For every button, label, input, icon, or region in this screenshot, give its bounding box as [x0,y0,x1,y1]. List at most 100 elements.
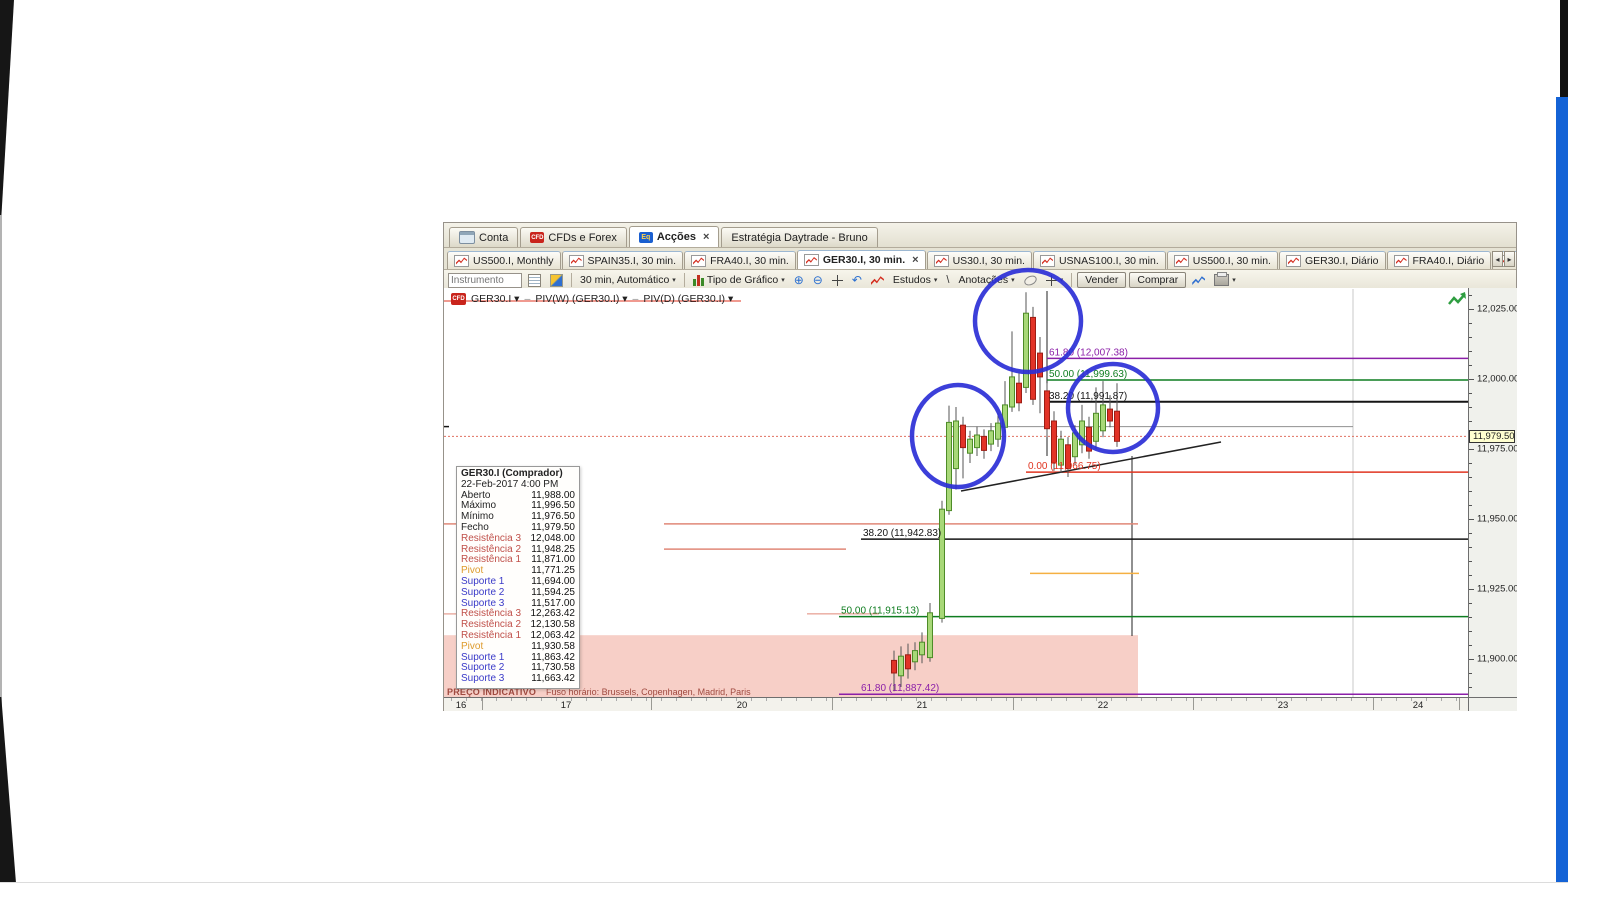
candle [899,656,904,676]
zoom-in-button[interactable]: ⊕ [791,272,807,288]
print-button[interactable]: ▾ [1211,272,1239,288]
crosshair-dropdown[interactable]: ▾ [1043,272,1067,288]
chart-icon [1394,255,1409,267]
candle [1094,413,1099,441]
eraser-icon [1022,273,1038,287]
tab-scroll-left-button[interactable]: ◂ [1492,251,1503,267]
x-axis-minor-tick [706,698,707,701]
eraser-button[interactable] [1021,272,1040,288]
zoom-out-button[interactable]: ⊖ [810,272,826,288]
studies-dropdown[interactable]: Estudos▾ [890,272,940,288]
instrument-list-button[interactable] [525,272,544,288]
module-tab-conta[interactable]: Conta [449,227,518,247]
pan-button[interactable] [829,272,846,288]
chart-type-dropdown[interactable]: Tipo de Gráfico▾ [690,272,788,288]
x-axis-minor-tick [886,698,887,701]
close-icon[interactable]: × [703,233,709,242]
chart-plot-area[interactable]: 61.80 (12,007.38)50.00 (11,999.63)38.20 … [444,288,1468,697]
x-axis-minor-tick [1261,698,1262,701]
cfd-icon: CFD [530,232,544,243]
tab-scroll-right-button[interactable]: ▸ [1504,251,1515,267]
candle [1080,421,1085,445]
x-axis-minor-tick [556,698,557,701]
studies-icon-button[interactable] [868,272,887,288]
chart-tab-us500-i-30-min-[interactable]: US500.I, 30 min. [1167,251,1278,269]
module-tab-estrat-gia-daytrade-bruno[interactable]: Estratégia Daytrade - Bruno [721,227,877,247]
y-axis-tick [1469,379,1474,380]
draw-line-button[interactable]: \ [943,272,952,288]
candle [1108,409,1113,421]
chart-tab-fra40-i-30-min-[interactable]: FRA40.I, 30 min. [684,251,796,269]
x-axis-label: 20 [737,700,748,711]
x-axis-minor-tick [511,698,512,701]
y-axis-tick [1469,337,1472,338]
y-axis-tick [1469,505,1472,506]
y-axis-tick [1469,687,1472,688]
tab-label: Acções [657,231,696,243]
candle [982,436,987,450]
y-axis-label: 11,900.00 [1477,654,1517,665]
x-axis-minor-tick [451,698,452,701]
chart-tab-us30-i-30-min-[interactable]: US30.I, 30 min. [927,251,1032,269]
x-axis-minor-tick [1396,698,1397,701]
price-axis[interactable]: 11,979.50 12,025.0012,000.0011,975.0011,… [1468,288,1517,697]
chart-wizard-button[interactable] [547,272,566,288]
y-axis-tick [1469,659,1474,660]
price-chart[interactable]: 61.80 (12,007.38)50.00 (11,999.63)38.20 … [444,288,1468,697]
x-axis-minor-tick [1456,698,1457,701]
chart-tab-ger30-i-30-min-[interactable]: GER30.I, 30 min.× [797,250,926,269]
x-axis-minor-tick [946,698,947,701]
chart-tab-us500-i-monthly[interactable]: US500.I, Monthly [447,251,561,269]
tab-label: SPAIN35.I, 30 min. [588,255,677,267]
desktop-wedge-bottom-left [0,697,16,883]
chevron-down-icon: ▾ [672,276,676,284]
legend-item[interactable]: PIV(W) (GER30.I) ▾ [535,293,627,305]
candle [961,425,966,447]
chart-icon [1040,255,1055,267]
y-axis-label: 11,950.00 [1477,514,1517,525]
time-axis[interactable]: 16172021222324 [444,697,1516,711]
x-axis-minor-tick [541,698,542,701]
window-icon [459,231,475,244]
x-axis-label: 23 [1278,700,1289,711]
instrument-input[interactable] [448,273,522,288]
x-axis-minor-tick [1366,698,1367,701]
x-axis-minor-tick [1306,698,1307,701]
close-icon[interactable]: × [912,256,918,265]
candle [968,439,973,453]
x-axis-minor-tick [751,698,752,701]
legend-item[interactable]: PIV(D) (GER30.I) ▾ [643,293,733,305]
chart-tab-fra40-i-di-rio[interactable]: FRA40.I, Diário [1387,251,1492,269]
tab-label: FRA40.I, 30 min. [710,255,789,267]
chart-tab-ger30-i-di-rio[interactable]: GER30.I, Diário [1279,251,1386,269]
desktop-black-top-right [1560,0,1568,97]
x-axis-minor-tick [1036,698,1037,701]
export-chart-button[interactable] [1189,272,1208,288]
chart-export-icon [1192,275,1205,285]
x-axis-minor-tick [1021,698,1022,701]
chart-icon [454,255,469,267]
timeframe-dropdown[interactable]: 30 min, Automático▾ [577,272,679,288]
tab-scroll-nav: ◂ ▸ [1492,251,1515,267]
candle [947,422,952,510]
candle [940,509,945,618]
annotations-dropdown[interactable]: Anotações▾ [955,272,1017,288]
x-axis-minor-tick [1351,698,1352,701]
y-axis-tick [1469,407,1472,408]
candle [920,642,925,655]
chart-tab-usnas100-i-30-min-[interactable]: USNAS100.I, 30 min. [1033,251,1166,269]
chart-tab-spain35-i-30-min-[interactable]: SPAIN35.I, 30 min. [562,251,684,269]
tab-label: US500.I, 30 min. [1193,255,1271,267]
module-tab-cfds-e-forex[interactable]: CFDCFDs e Forex [520,227,626,247]
x-axis-label: 21 [917,700,928,711]
candle [989,431,994,444]
buy-button[interactable]: Comprar [1129,272,1186,288]
legend-item[interactable]: GER30.I ▾ [471,293,519,305]
x-axis-minor-tick [796,698,797,701]
module-tab-ac-es[interactable]: EqAcções× [629,226,720,247]
x-axis-minor-tick [1216,698,1217,701]
x-axis-minor-tick [1066,698,1067,701]
y-axis-tick [1469,323,1472,324]
sell-button[interactable]: Vender [1077,272,1126,288]
undo-button[interactable]: ↶ [849,272,865,288]
